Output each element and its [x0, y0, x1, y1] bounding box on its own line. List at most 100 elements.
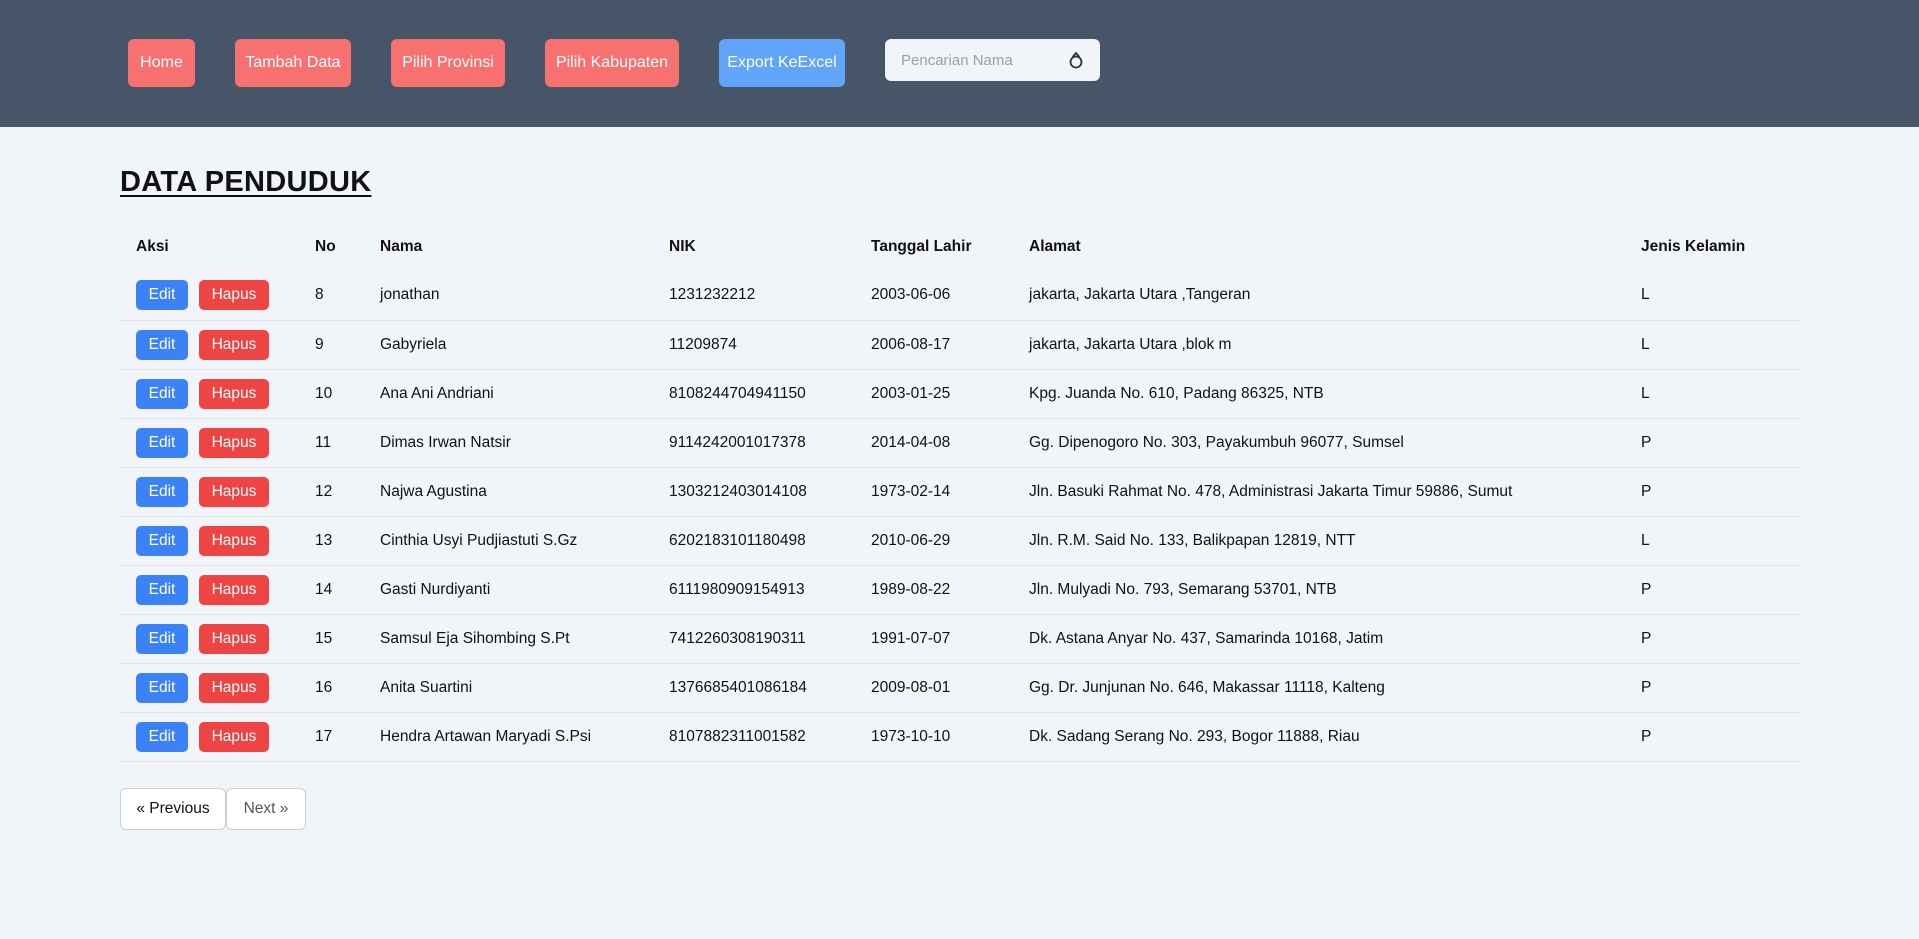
- pilih-provinsi-button[interactable]: Pilih Provinsi: [391, 39, 505, 87]
- cell-no: 11: [299, 418, 364, 468]
- hapus-button[interactable]: Hapus: [199, 280, 269, 311]
- row-actions: Edit Hapus: [120, 320, 299, 370]
- cell-alamat: jakarta, Jakarta Utara ,Tangeran: [1013, 271, 1625, 321]
- cell-tanggal-lahir: 2009-08-01: [855, 663, 1013, 713]
- cell-jenis-kelamin: L: [1625, 369, 1800, 419]
- hapus-button[interactable]: Hapus: [199, 378, 269, 409]
- cell-no: 10: [299, 369, 364, 419]
- cell-jenis-kelamin: L: [1625, 320, 1800, 370]
- edit-button[interactable]: Edit: [136, 672, 188, 703]
- cell-jenis-kelamin: P: [1625, 565, 1800, 615]
- table-row: Edit Hapus 15 Samsul Eja Sihombing S.Pt 7…: [120, 614, 1800, 664]
- cell-nama: Samsul Eja Sihombing S.Pt: [364, 614, 653, 664]
- row-actions: Edit Hapus: [120, 663, 299, 713]
- edit-button[interactable]: Edit: [136, 623, 188, 654]
- penduduk-table: Aksi No Nama NIK Tanggal Lahir Alamat Je…: [120, 223, 1800, 762]
- export-excel-button[interactable]: Export KeExcel: [719, 39, 845, 87]
- cell-jenis-kelamin: L: [1625, 271, 1800, 321]
- cell-nik: 8108244704941150: [653, 369, 855, 419]
- cell-no: 17: [299, 712, 364, 762]
- header-nik: NIK: [669, 238, 696, 255]
- cell-nik: 8107882311001582: [653, 712, 855, 762]
- hapus-button[interactable]: Hapus: [199, 721, 269, 752]
- cell-nik: 1303212403014108: [653, 467, 855, 517]
- cell-nama: Gabyriela: [364, 320, 653, 370]
- table-row: Edit Hapus 12 Najwa Agustina 130321240301…: [120, 467, 1800, 517]
- table-row: Edit Hapus 8 jonathan 1231232212 2003-06-…: [120, 271, 1800, 321]
- table-row: Edit Hapus 13 Cinthia Usyi Pudjiastuti S.…: [120, 516, 1800, 566]
- edit-button[interactable]: Edit: [136, 329, 188, 360]
- cell-nama: Ana Ani Andriani: [364, 369, 653, 419]
- cell-alamat: Dk. Astana Anyar No. 437, Samarinda 1016…: [1013, 614, 1625, 664]
- hapus-button[interactable]: Hapus: [199, 574, 269, 605]
- cell-nik: 9114242001017378: [653, 418, 855, 468]
- row-actions: Edit Hapus: [120, 271, 299, 321]
- table-row: Edit Hapus 17 Hendra Artawan Maryadi S.Ps…: [120, 712, 1800, 762]
- pilih-kabupaten-button[interactable]: Pilih Kabupaten: [545, 39, 679, 87]
- row-actions: Edit Hapus: [120, 712, 299, 762]
- header-aksi: Aksi: [136, 238, 169, 255]
- cell-tanggal-lahir: 2010-06-29: [855, 516, 1013, 566]
- row-actions: Edit Hapus: [120, 516, 299, 566]
- table-row: Edit Hapus 11 Dimas Irwan Natsir 91142420…: [120, 418, 1800, 468]
- header-no: No: [315, 238, 336, 255]
- cell-nik: 1376685401086184: [653, 663, 855, 713]
- previous-page-button[interactable]: « Previous: [120, 788, 226, 830]
- cell-nama: jonathan: [364, 271, 653, 321]
- header-nama: Nama: [380, 238, 423, 255]
- search-box: [885, 39, 1100, 81]
- edit-button[interactable]: Edit: [136, 378, 188, 409]
- edit-button[interactable]: Edit: [136, 427, 188, 458]
- edit-button[interactable]: Edit: [136, 721, 188, 752]
- cell-tanggal-lahir: 2014-04-08: [855, 418, 1013, 468]
- hapus-button[interactable]: Hapus: [199, 623, 269, 654]
- cell-nama: Hendra Artawan Maryadi S.Psi: [364, 712, 653, 762]
- cell-nik: 1231232212: [653, 271, 855, 321]
- home-button[interactable]: Home: [128, 39, 195, 87]
- search-input[interactable]: [901, 51, 1051, 69]
- row-actions: Edit Hapus: [120, 614, 299, 664]
- table-header-row: Aksi No Nama NIK Tanggal Lahir Alamat Je…: [120, 223, 1800, 271]
- row-actions: Edit Hapus: [120, 369, 299, 419]
- edit-button[interactable]: Edit: [136, 574, 188, 605]
- hapus-button[interactable]: Hapus: [199, 476, 269, 507]
- edit-button[interactable]: Edit: [136, 525, 188, 556]
- cell-jenis-kelamin: P: [1625, 418, 1800, 468]
- cell-alamat: Kpg. Juanda No. 610, Padang 86325, NTB: [1013, 369, 1625, 419]
- cell-alamat: Jln. R.M. Said No. 133, Balikpapan 12819…: [1013, 516, 1625, 566]
- top-navbar: Home Tambah Data Pilih Provinsi Pilih Ka…: [0, 0, 1919, 127]
- table-row: Edit Hapus 10 Ana Ani Andriani 8108244704…: [120, 369, 1800, 419]
- cell-tanggal-lahir: 1991-07-07: [855, 614, 1013, 664]
- cell-tanggal-lahir: 2003-01-25: [855, 369, 1013, 419]
- cell-alamat: Gg. Dipenogoro No. 303, Payakumbuh 96077…: [1013, 418, 1625, 468]
- table-row: Edit Hapus 16 Anita Suartini 137668540108…: [120, 663, 1800, 713]
- hapus-button[interactable]: Hapus: [199, 427, 269, 458]
- next-page-button[interactable]: Next »: [226, 788, 306, 830]
- cell-no: 13: [299, 516, 364, 566]
- cell-no: 16: [299, 663, 364, 713]
- cell-nik: 11209874: [653, 320, 855, 370]
- cell-nik: 6111980909154913: [653, 565, 855, 615]
- hapus-button[interactable]: Hapus: [199, 329, 269, 360]
- page-title: DATA PENDUDUK: [120, 166, 372, 198]
- edit-button[interactable]: Edit: [136, 280, 188, 311]
- cell-alamat: Gg. Dr. Junjunan No. 646, Makassar 11118…: [1013, 663, 1625, 713]
- search-icon[interactable]: [1066, 50, 1086, 70]
- tambah-data-button[interactable]: Tambah Data: [235, 39, 351, 87]
- cell-tanggal-lahir: 2006-08-17: [855, 320, 1013, 370]
- hapus-button[interactable]: Hapus: [199, 672, 269, 703]
- cell-jenis-kelamin: P: [1625, 467, 1800, 517]
- header-tanggal-lahir: Tanggal Lahir: [871, 238, 972, 255]
- hapus-button[interactable]: Hapus: [199, 525, 269, 556]
- cell-no: 14: [299, 565, 364, 615]
- row-actions: Edit Hapus: [120, 418, 299, 468]
- header-jenis-kelamin: Jenis Kelamin: [1641, 238, 1746, 255]
- row-actions: Edit Hapus: [120, 565, 299, 615]
- cell-no: 12: [299, 467, 364, 517]
- pagination: « Previous Next »: [120, 788, 306, 830]
- edit-button[interactable]: Edit: [136, 476, 188, 507]
- cell-tanggal-lahir: 2003-06-06: [855, 271, 1013, 321]
- cell-alamat: Jln. Basuki Rahmat No. 478, Administrasi…: [1013, 467, 1625, 517]
- table-row: Edit Hapus 9 Gabyriela 11209874 2006-08-1…: [120, 320, 1800, 370]
- cell-no: 8: [299, 271, 364, 321]
